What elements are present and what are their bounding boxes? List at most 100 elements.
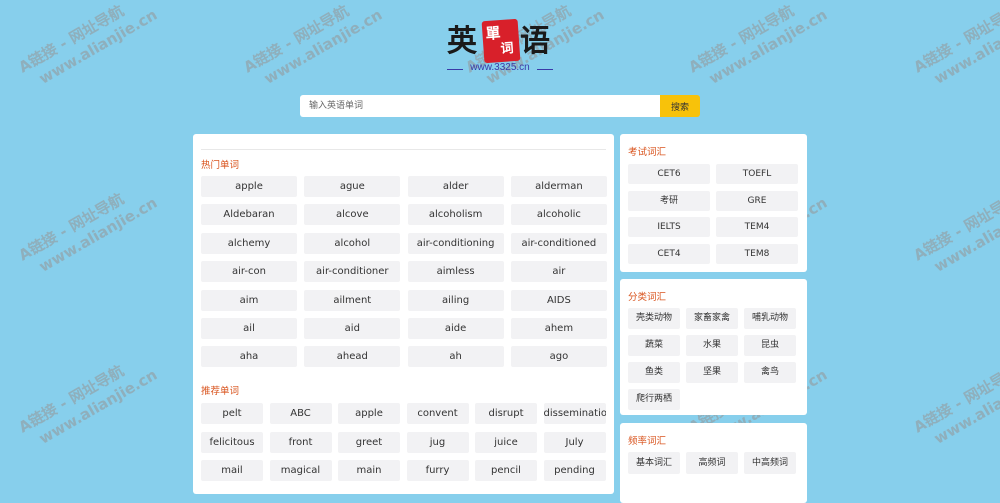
category-vocab-0[interactable]: 壳类动物 [628,308,680,329]
category-vocab-1[interactable]: 家畜家禽 [686,308,738,329]
watermark-line1: A链接 - 网址导航 [910,189,1000,265]
watermark-line1: A链接 - 网址导航 [240,1,352,77]
hot-word-19[interactable]: AIDS [510,289,607,311]
category-vocab-title: 分类词汇 [628,292,667,303]
hot-word-14[interactable]: aimless [407,261,504,283]
hot-word-21[interactable]: aid [304,318,401,339]
hot-word-11[interactable]: air-conditioned [510,232,607,254]
watermark: A链接 - 网址导航www.alianjie.cn [910,0,1000,95]
recommended-word-3[interactable]: convent [406,403,469,424]
hot-words-title: 热门单词 [201,160,240,171]
recommended-word-5[interactable]: dissemination [543,403,606,424]
watermark-line2: www.alianjie.cn [35,193,161,276]
category-vocab-4[interactable]: 水果 [686,335,738,356]
hot-word-0[interactable]: apple [201,176,297,197]
watermark-line1: A链接 - 网址导航 [15,1,127,77]
hot-word-2[interactable]: alder [407,176,504,197]
search-input[interactable] [300,95,660,117]
exam-vocab-0[interactable]: CET6 [628,164,710,184]
frequency-vocab-panel: 频率词汇 基本词汇 高频词 中高频词 [620,423,807,503]
category-vocab-8[interactable]: 禽鸟 [744,362,796,383]
hot-word-8[interactable]: alchemy [201,232,297,254]
exam-vocab-6[interactable]: CET4 [628,244,710,265]
recommended-word-12[interactable]: mail [201,460,263,481]
watermark: A链接 - 网址导航www.alianjie.cn [910,175,1000,282]
hot-word-26[interactable]: ah [407,346,504,368]
logo-seal-char-ci: 词 [500,41,515,58]
exam-vocab-2[interactable]: 考研 [628,190,710,211]
frequency-vocab-2[interactable]: 中高频词 [744,452,796,474]
logo-char-yu: 语 [520,24,550,59]
hot-word-4[interactable]: Aldebaran [201,204,297,226]
recommended-word-9[interactable]: jug [406,431,469,453]
exam-vocab-3[interactable]: GRE [716,190,798,211]
watermark-line1: A链接 - 网址导航 [910,1,1000,77]
recommended-words-title: 推荐单词 [201,386,240,397]
hot-word-24[interactable]: aha [201,346,297,368]
watermark-line1: A链接 - 网址导航 [685,1,797,77]
logo-char-ying: 英 [447,24,477,59]
watermark-line1: A链接 - 网址导航 [15,189,127,265]
frequency-vocab-0[interactable]: 基本词汇 [628,452,680,474]
recommended-word-10[interactable]: juice [475,431,537,453]
watermark-line2: www.alianjie.cn [930,5,1000,88]
watermark-line2: www.alianjie.cn [705,5,831,88]
hot-word-12[interactable]: air-con [201,261,297,283]
recommended-word-4[interactable]: disrupt [475,403,537,424]
hot-word-20[interactable]: ail [201,318,297,339]
exam-vocab-4[interactable]: IELTS [628,217,710,238]
hot-word-1[interactable]: ague [304,176,401,197]
recommended-word-16[interactable]: pencil [475,460,537,481]
watermark-line1: A链接 - 网址导航 [15,361,127,437]
hot-word-3[interactable]: alderman [510,176,607,197]
hot-word-5[interactable]: alcove [304,204,401,226]
exam-vocab-1[interactable]: TOEFL [716,164,798,184]
frequency-vocab-1[interactable]: 高频词 [686,452,738,474]
search-bar: 搜索 [300,95,700,117]
recommended-word-15[interactable]: furry [406,460,469,481]
hot-word-15[interactable]: air [510,261,607,283]
hot-word-23[interactable]: ahem [510,318,607,339]
recommended-word-8[interactable]: greet [338,431,400,453]
recommended-word-0[interactable]: pelt [201,403,263,424]
watermark: A链接 - 网址导航www.alianjie.cn [685,0,831,95]
divider [201,149,606,150]
hot-word-16[interactable]: aim [201,289,297,311]
search-button[interactable]: 搜索 [660,95,700,117]
category-vocab-6[interactable]: 鱼类 [628,362,680,383]
recommended-word-14[interactable]: main [338,460,400,481]
watermark-line2: www.alianjie.cn [35,365,161,448]
watermark: A链接 - 网址导航www.alianjie.cn [15,347,161,454]
category-vocab-3[interactable]: 蔬菜 [628,335,680,356]
category-vocab-7[interactable]: 坚果 [686,362,738,383]
recommended-word-1[interactable]: ABC [269,403,332,424]
exam-vocab-5[interactable]: TEM4 [716,217,798,238]
hot-word-17[interactable]: ailment [304,289,401,311]
category-vocab-2[interactable]: 哺乳动物 [744,308,796,329]
hot-word-6[interactable]: alcoholism [407,204,504,226]
recommended-word-7[interactable]: front [269,431,332,453]
main-words-panel: 热门单词 apple ague alder alderman Aldebaran alco… [193,134,614,494]
hot-word-27[interactable]: ago [510,346,607,368]
recommended-word-6[interactable]: felicitous [201,431,263,453]
hot-word-25[interactable]: ahead [304,346,401,368]
hot-word-22[interactable]: aide [407,318,504,339]
recommended-word-11[interactable]: July [543,431,606,453]
category-vocab-9[interactable]: 爬行两栖 [628,389,680,410]
exam-vocab-7[interactable]: TEM8 [716,244,798,265]
category-vocab-5[interactable]: 昆虫 [744,335,796,356]
hot-word-7[interactable]: alcoholic [510,204,607,226]
hot-word-18[interactable]: ailing [407,289,504,311]
logo-seal-char-dan: 單 [484,24,502,44]
site-logo[interactable]: 英 單 词 语 www.3325.cn [447,18,557,76]
hot-word-10[interactable]: air-conditioning [407,232,504,254]
watermark-line2: www.alianjie.cn [930,365,1000,448]
recommended-word-13[interactable]: magical [269,460,332,481]
category-vocab-panel: 分类词汇 壳类动物 家畜家禽 哺乳动物蔬菜 水果 昆虫鱼类 坚果 禽鸟爬行两栖 [620,279,807,415]
recommended-word-2[interactable]: apple [338,403,400,424]
recommended-word-17[interactable]: pending [543,460,606,481]
hot-word-9[interactable]: alcohol [304,232,401,254]
watermark: A链接 - 网址导航www.alianjie.cn [15,0,161,95]
exam-vocab-panel: 考试词汇 CET6 TOEFL 考研 GRE IELTS TEM4 CET4 TEM8 [620,134,807,272]
hot-word-13[interactable]: air-conditioner [304,261,401,283]
